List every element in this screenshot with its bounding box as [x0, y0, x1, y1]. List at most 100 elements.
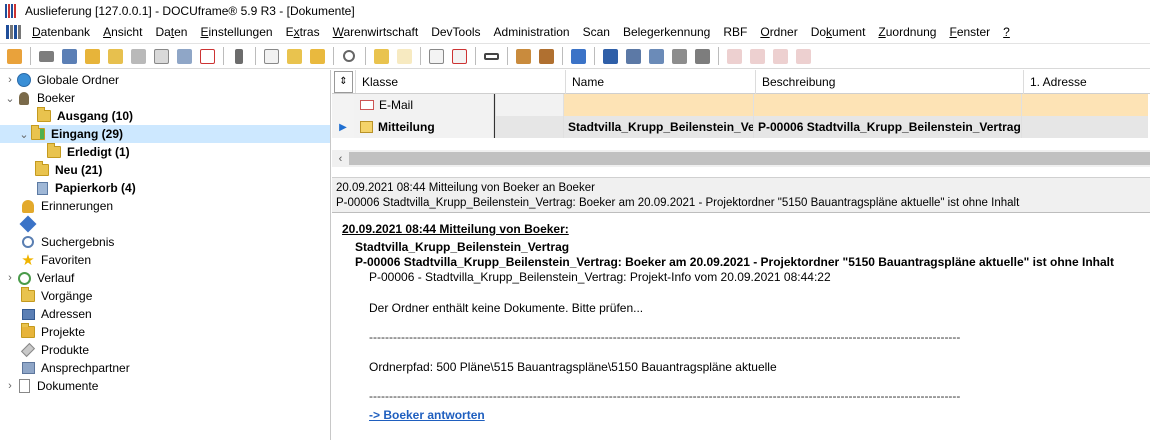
contact-card-icon[interactable]	[174, 46, 194, 66]
archive-icon[interactable]	[669, 46, 689, 66]
sort-updown-icon[interactable]: ⇕	[334, 70, 353, 93]
scan-icon[interactable]	[623, 46, 643, 66]
tree-item-favoriten[interactable]: ★ Favoriten	[0, 251, 330, 269]
table-row[interactable]: E-Mail	[332, 94, 1150, 116]
tree-item-neu[interactable]: Neu (21)	[0, 161, 330, 179]
forward-user-icon[interactable]	[536, 46, 556, 66]
tree-label: Boeker	[37, 91, 76, 105]
tag-icon[interactable]	[128, 46, 148, 66]
search-icon[interactable]	[339, 46, 359, 66]
menu-item-ansicht[interactable]: Ansicht	[97, 25, 149, 39]
tree-item-papierkorb[interactable]: Papierkorb (4)	[0, 179, 330, 197]
glasses-icon[interactable]	[481, 46, 501, 66]
menu-item-fenster[interactable]: Fenster	[943, 25, 997, 39]
print-icon[interactable]	[36, 46, 56, 66]
star-icon: ★	[21, 251, 35, 269]
tree-item-suchergebnis[interactable]: Suchergebnis	[0, 233, 330, 251]
column-header-klasse[interactable]: Klasse	[356, 70, 566, 94]
settings-tool-icon[interactable]	[692, 46, 712, 66]
tree-item-adressen[interactable]: Adressen	[0, 305, 330, 323]
menu-item-daten[interactable]: Daten	[149, 25, 194, 39]
menu-item-warenwirtschaft[interactable]: Warenwirtschaft	[327, 25, 426, 39]
menu-accelerator: W	[332, 25, 344, 39]
bell-icon	[20, 198, 36, 214]
menu-label-part: E	[285, 25, 294, 39]
table-row-selected[interactable]: ▶ Mitteilung Stadtvilla_Krupp_Beilenstei…	[332, 116, 1150, 138]
preview-headline: P-00006 Stadtvilla_Krupp_Beilenstein_Ver…	[355, 255, 1115, 269]
tree-label: Eingang (29)	[51, 127, 124, 141]
tree-label: Globale Ordner	[37, 73, 120, 87]
menu-item-extras[interactable]: Extras	[280, 25, 327, 39]
contact-icon	[20, 360, 36, 376]
horizontal-scrollbar[interactable]: ‹	[332, 150, 1150, 167]
tree-item-pinned[interactable]	[0, 215, 330, 233]
user-icon	[16, 90, 32, 106]
tree-item-erledigt[interactable]: Erledigt (1)	[0, 143, 330, 161]
image-icon[interactable]	[600, 46, 620, 66]
tree-item-ausgang[interactable]: Ausgang (10)	[0, 107, 330, 125]
menu-item-devtools[interactable]: DevTools	[425, 25, 487, 39]
delete-document-icon[interactable]	[449, 46, 469, 66]
document-window-icon[interactable]	[6, 25, 22, 39]
delete-folder-icon[interactable]	[394, 46, 414, 66]
open-folder-icon[interactable]	[284, 46, 304, 66]
tree-item-erinnerungen[interactable]: Erinnerungen	[0, 197, 330, 215]
tree-item-boeker[interactable]: ⌄ Boeker	[0, 89, 330, 107]
rbf-stack-icon	[770, 46, 790, 66]
new-address-icon[interactable]	[4, 46, 24, 66]
tree-item-vorgaenge[interactable]: Vorgänge	[0, 287, 330, 305]
preview-subject: Stadtvilla_Krupp_Beilenstein_Vertrag	[355, 240, 570, 254]
assign-user-icon[interactable]	[513, 46, 533, 66]
address-card-icon[interactable]	[59, 46, 79, 66]
chevron-right-icon[interactable]: ›	[4, 269, 16, 287]
chevron-down-icon[interactable]: ⌄	[4, 89, 16, 107]
tree-item-verlauf[interactable]: › Verlauf	[0, 269, 330, 287]
tree-label: Vorgänge	[41, 289, 93, 303]
menu-item-rbf[interactable]: RBF	[717, 25, 754, 39]
chevron-down-icon[interactable]: ⌄	[18, 125, 30, 143]
window-title: Auslieferung [127.0.0.1] - DOCUframe® 5.…	[25, 4, 355, 18]
reply-link[interactable]: -> Boeker antworten	[369, 408, 485, 422]
tree-item-eingang[interactable]: ⌄ Eingang (29)	[0, 125, 330, 143]
menu-item-ordner[interactable]: Ordner	[754, 25, 804, 39]
cell-text: Mitteilung	[378, 120, 435, 134]
cell-name: Stadtvilla_Krupp_Beilenstein_Ver	[564, 116, 754, 138]
tree-item-ansprechpartner[interactable]: Ansprechpartner	[0, 359, 330, 377]
scrollbar-thumb[interactable]	[349, 152, 1150, 165]
menu-item-help[interactable]: ?	[997, 25, 1017, 39]
menu-item-belegerkennung[interactable]: Belegerkennung	[617, 25, 717, 39]
menu-item-dokument[interactable]: Dokument	[805, 25, 873, 39]
preview-header: 20.09.2021 08:44 Mitteilung von Boeker:	[342, 222, 569, 236]
chevron-right-icon[interactable]: ›	[4, 71, 16, 89]
scroll-left-icon[interactable]: ‹	[332, 150, 349, 167]
preview-body: Der Ordner enthält keine Dokumente. Bitt…	[369, 301, 644, 315]
column-header-adresse[interactable]: 1. Adresse	[1024, 70, 1150, 94]
menu-label-part: instellungen	[208, 25, 273, 39]
stack-icon[interactable]	[646, 46, 666, 66]
folder-icon[interactable]	[371, 46, 391, 66]
menu-label-part: Belegerkennung	[622, 25, 711, 39]
notes-icon[interactable]	[151, 46, 171, 66]
pin-icon[interactable]	[568, 46, 588, 66]
tree-label: Neu (21)	[55, 163, 103, 177]
list-icon[interactable]	[82, 46, 102, 66]
menu-item-einstellungen[interactable]: Einstellungen	[194, 25, 279, 39]
compose-icon[interactable]	[426, 46, 446, 66]
tree-item-globale-ordner[interactable]: › Globale Ordner	[0, 71, 330, 89]
menu-item-administration[interactable]: Administration	[488, 25, 577, 39]
menu-item-zuordnung[interactable]: Zuordnung	[872, 25, 943, 39]
column-header-name[interactable]: Name	[566, 70, 756, 94]
project-folder-icon[interactable]	[105, 46, 125, 66]
menu-accelerator: A	[103, 25, 112, 39]
new-document-icon[interactable]	[261, 46, 281, 66]
tree-item-produkte[interactable]: Produkte	[0, 341, 330, 359]
menu-item-datenbank[interactable]: Datenbank	[26, 25, 97, 39]
menu-item-scan[interactable]: Scan	[577, 25, 617, 39]
tree-item-dokumente[interactable]: › Dokumente	[0, 377, 330, 395]
move-folder-icon[interactable]	[307, 46, 327, 66]
tree-item-projekte[interactable]: Projekte	[0, 323, 330, 341]
chevron-right-icon[interactable]: ›	[4, 377, 16, 395]
calendar-icon[interactable]	[197, 46, 217, 66]
column-header-beschreibung[interactable]: Beschreibung	[756, 70, 1024, 94]
phone-icon[interactable]	[229, 46, 249, 66]
